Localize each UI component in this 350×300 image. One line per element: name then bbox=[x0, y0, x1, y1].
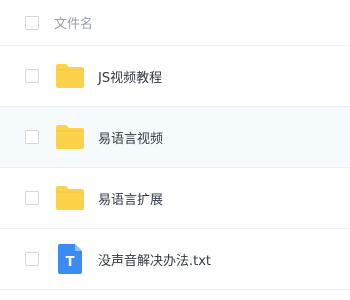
row-checkbox[interactable] bbox=[25, 252, 39, 266]
txt-icon-letter: T bbox=[66, 255, 75, 270]
file-name[interactable]: JS视频教程 bbox=[98, 67, 162, 86]
file-row[interactable]: T 没声音解决办法.txt bbox=[0, 229, 350, 290]
row-checkbox[interactable] bbox=[25, 191, 39, 205]
select-all-checkbox[interactable] bbox=[25, 15, 39, 30]
file-name[interactable]: 易语言视频 bbox=[98, 128, 163, 147]
row-checkbox[interactable] bbox=[25, 130, 39, 144]
file-name[interactable]: 没声音解决办法.txt bbox=[98, 250, 211, 269]
folder-icon bbox=[55, 122, 85, 152]
txt-file-icon: T bbox=[55, 244, 85, 274]
file-list-header: 文件名 bbox=[0, 0, 350, 46]
file-list: 文件名 JS视频教程 易语言视频 易语言扩展 T 没声音解决办法.txt bbox=[0, 0, 350, 300]
file-name[interactable]: 易语言扩展 bbox=[98, 189, 163, 208]
row-checkbox[interactable] bbox=[25, 69, 39, 83]
folder-icon bbox=[55, 183, 85, 213]
file-row[interactable]: JS视频教程 bbox=[0, 46, 350, 107]
folder-icon bbox=[55, 61, 85, 91]
file-row[interactable]: 易语言视频 bbox=[0, 107, 350, 168]
filename-column-header[interactable]: 文件名 bbox=[54, 13, 93, 32]
file-row[interactable]: 易语言扩展 bbox=[0, 168, 350, 229]
